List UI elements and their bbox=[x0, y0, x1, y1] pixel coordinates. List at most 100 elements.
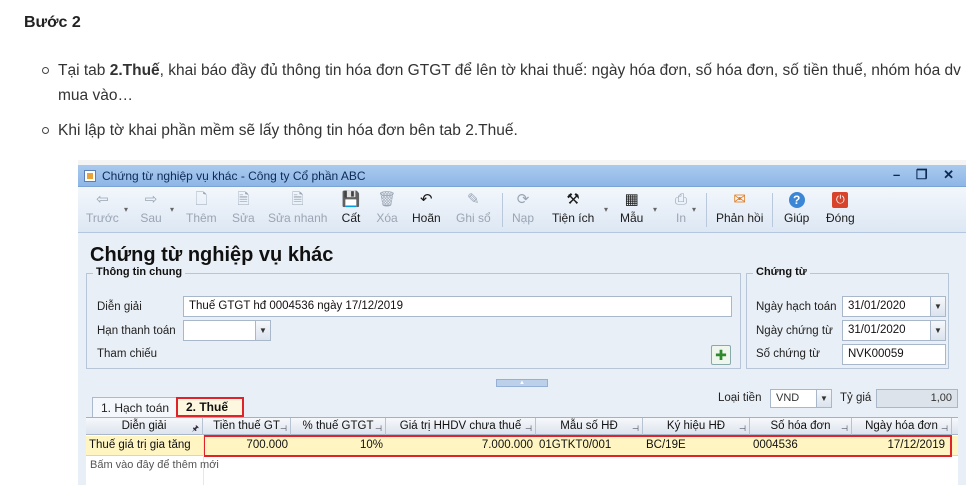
chevron-down-icon[interactable]: ▼ bbox=[816, 390, 831, 407]
reload-button[interactable]: ⟳ Nạp bbox=[512, 191, 534, 225]
quick-edit-icon: 🗎 bbox=[291, 191, 304, 208]
column-header[interactable]: Tiền thuế GT ⊣ bbox=[203, 418, 291, 435]
column-header[interactable]: Mẫu số HĐ ⊣ bbox=[536, 418, 643, 435]
software-screenshot: Chứng từ nghiệp vụ khác - Công ty Cổ phầ… bbox=[78, 160, 966, 485]
pin-icon[interactable]: 🖈 bbox=[192, 421, 199, 437]
payment-term-label: Hạn thanh toán bbox=[97, 325, 176, 337]
cancel-button[interactable]: ↶ Hoãn bbox=[412, 191, 441, 225]
delete-label: Xóa bbox=[376, 211, 398, 225]
cancel-label: Hoãn bbox=[412, 211, 441, 225]
exchange-rate-field[interactable]: 1,00 bbox=[876, 389, 958, 408]
quick-edit-label: Sửa nhanh bbox=[268, 211, 328, 225]
reference-label: Tham chiếu bbox=[97, 348, 158, 360]
save-button[interactable]: 💾 Cất bbox=[340, 191, 362, 225]
close-button[interactable]: ⏻ Đóng bbox=[826, 191, 855, 225]
save-icon: 💾 bbox=[341, 191, 361, 208]
add-button[interactable]: 🗋 Thêm bbox=[186, 191, 217, 225]
window-controls[interactable]: – ❐ ✕ bbox=[893, 167, 960, 183]
delete-button[interactable]: 🗑 Xóa bbox=[376, 191, 398, 225]
arrow-right-icon: ⇨ bbox=[144, 191, 158, 208]
toolbar-separator bbox=[772, 193, 773, 227]
posting-date-label: Ngày hạch toán bbox=[756, 301, 837, 313]
general-info-group: Thông tin chung Diễn giải Thuế GTGT hđ 0… bbox=[86, 266, 741, 369]
prev-dropdown-icon[interactable]: ▾ bbox=[124, 205, 128, 214]
next-button[interactable]: ⇨ Sau bbox=[140, 191, 162, 225]
description-label: Diễn giải bbox=[97, 301, 142, 313]
tab-accounting[interactable]: 1. Hạch toán bbox=[92, 397, 179, 417]
add-document-icon: 🗋 bbox=[195, 191, 208, 208]
voucher-legend: Chứng từ bbox=[753, 266, 810, 278]
print-label: In bbox=[675, 211, 686, 225]
toolbar-separator bbox=[502, 193, 503, 227]
print-icon: ⎙ bbox=[674, 191, 687, 208]
toolbar: ⇦ Trước ▾ ⇨ Sau ▾ 🗋 Thêm 🗎 Sửa 🗎 Sửa nhanh 💾 C… bbox=[78, 187, 966, 233]
undo-icon: ↶ bbox=[420, 191, 433, 208]
feedback-label: Phản hồi bbox=[716, 211, 764, 225]
grid-header: Diễn giải 🖈 Tiền thuế GT ⊣ % thuế GTGT ⊣ Gi… bbox=[86, 418, 958, 435]
column-header[interactable]: % thuế GTGT ⊣ bbox=[291, 418, 386, 435]
description-field[interactable]: Thuế GTGT hđ 0004536 ngày 17/12/2019 bbox=[183, 296, 732, 317]
toolbar-separator bbox=[706, 193, 707, 227]
help-button[interactable]: ? Giúp bbox=[784, 191, 809, 225]
add-label: Thêm bbox=[186, 211, 217, 225]
chevron-down-icon[interactable]: ▼ bbox=[930, 297, 945, 316]
feedback-mail-icon: ✉ bbox=[733, 191, 746, 208]
chevron-down-icon[interactable]: ▼ bbox=[930, 321, 945, 340]
utilities-button[interactable]: ⚒ Tiện ích bbox=[552, 191, 594, 225]
utilities-dropdown-icon[interactable]: ▾ bbox=[604, 205, 608, 214]
instruction-1-prefix: Tại tab bbox=[58, 62, 110, 79]
instruction-1-rest: , khai báo đầy đủ thông tin hóa đơn GTGT… bbox=[58, 62, 961, 104]
arrow-left-icon: ⇦ bbox=[96, 191, 109, 208]
template-label: Mẫu bbox=[620, 211, 644, 225]
collapse-splitter[interactable]: ▲ bbox=[496, 379, 548, 387]
voucher-no-label: Số chứng từ bbox=[756, 348, 820, 360]
close-power-icon: ⏻ bbox=[832, 192, 849, 208]
tab-tax[interactable]: 2. Thuế bbox=[176, 397, 244, 417]
column-header[interactable]: Ngày hóa đơn ⊣ bbox=[852, 418, 952, 435]
instruction-list: Tại tab 2.Thuế, khai báo đầy đủ thông ti… bbox=[40, 58, 965, 153]
exchange-rate-label: Tỷ giá bbox=[840, 392, 872, 404]
help-label: Giúp bbox=[784, 211, 810, 225]
next-dropdown-icon[interactable]: ▾ bbox=[170, 205, 174, 214]
edit-button[interactable]: 🗎 Sửa bbox=[232, 191, 255, 225]
prev-label: Trước bbox=[86, 211, 119, 225]
edit-label: Sửa bbox=[232, 211, 255, 225]
post-button[interactable]: ✎ Ghi sổ bbox=[456, 191, 491, 225]
column-header[interactable]: Ký hiệu HĐ ⊣ bbox=[643, 418, 750, 435]
delete-icon: 🗑 bbox=[377, 191, 397, 208]
quick-edit-button[interactable]: 🗎 Sửa nhanh bbox=[268, 191, 327, 225]
post-ledger-icon: ✎ bbox=[467, 191, 480, 208]
instruction-1-bold: 2.Thuế bbox=[109, 62, 160, 79]
tax-grid: Diễn giải 🖈 Tiền thuế GT ⊣ % thuế GTGT ⊣ Gi… bbox=[86, 417, 958, 485]
template-dropdown-icon[interactable]: ▾ bbox=[653, 205, 657, 214]
print-dropdown-icon[interactable]: ▾ bbox=[692, 205, 696, 214]
column-header[interactable]: Số hóa đơn ⊣ bbox=[750, 418, 852, 435]
cell-description[interactable]: Thuế giá trị gia tăng bbox=[86, 436, 203, 456]
column-header[interactable]: Giá trị HHDV chưa thuế ⊣ bbox=[386, 418, 536, 435]
close-label: Đóng bbox=[826, 211, 855, 225]
voucher-no-field[interactable]: NVK00059 bbox=[842, 344, 946, 365]
prev-button[interactable]: ⇦ Trước bbox=[86, 191, 119, 225]
utilities-label: Tiện ích bbox=[552, 211, 595, 225]
voucher-group: Chứng từ Ngày hạch toán 31/01/2020 ▼ Ngà… bbox=[746, 266, 949, 369]
currency-label: Loại tiền bbox=[718, 392, 762, 404]
print-button[interactable]: ⎙ In bbox=[670, 191, 692, 225]
post-label: Ghi sổ bbox=[456, 211, 491, 225]
add-row-hint[interactable]: Bấm vào đây để thêm mới bbox=[90, 459, 219, 471]
instruction-item-2: Khi lập tờ khai phần mềm sẽ lấy thông ti… bbox=[40, 118, 965, 143]
reload-icon: ⟳ bbox=[516, 191, 530, 208]
reload-label: Nạp bbox=[512, 211, 535, 225]
save-label: Cất bbox=[341, 211, 361, 225]
window-titlebar: Chứng từ nghiệp vụ khác - Công ty Cổ phầ… bbox=[78, 165, 966, 187]
feedback-button[interactable]: ✉ Phản hồi bbox=[716, 191, 763, 225]
app-icon bbox=[84, 170, 96, 182]
utilities-icon: ⚒ bbox=[566, 191, 580, 208]
add-reference-icon[interactable]: ✚ bbox=[711, 345, 731, 365]
edit-document-icon: 🗎 bbox=[237, 191, 250, 208]
voucher-date-label: Ngày chứng từ bbox=[756, 325, 833, 337]
form-title: Chứng từ nghiệp vụ khác bbox=[90, 244, 334, 266]
column-header[interactable]: Diễn giải 🖈 bbox=[86, 418, 203, 435]
template-icon: ▦ bbox=[624, 191, 639, 208]
chevron-down-icon[interactable]: ▼ bbox=[255, 321, 270, 340]
template-button[interactable]: ▦ Mẫu bbox=[620, 191, 643, 225]
